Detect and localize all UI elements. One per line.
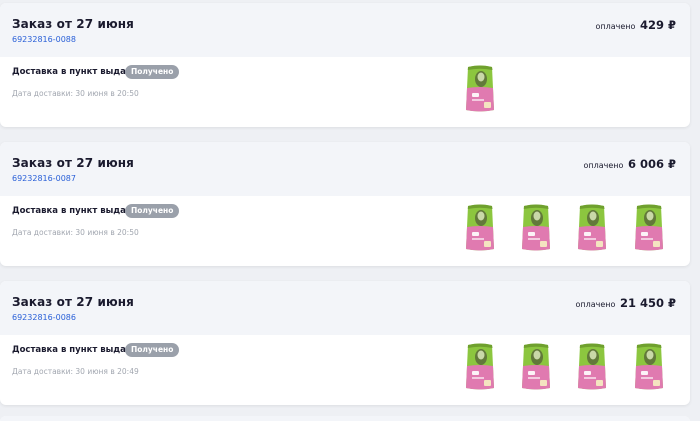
paid-amount: 429 ₽ [639,18,676,32]
product-thumbnail[interactable] [633,203,665,253]
order-title: Заказ от 27 июня [12,295,134,309]
order-header: Заказ от 27 июня 69232816-0086 оплачено … [0,281,690,335]
paid-amount: 6 006 ₽ [627,157,676,171]
cat-food-package-icon [466,65,494,112]
order-body: Доставка в пункт выдачи Получено Дата до… [0,57,690,127]
delivery-method: Доставка в пункт выдачи [12,345,138,355]
delivery-method: Доставка в пункт выдачи [12,67,138,77]
paid-label: оплачено [595,22,636,31]
order-paid: оплачено 429 ₽ [596,18,676,32]
cat-food-package-icon [635,204,663,251]
cat-food-package-icon [635,343,663,390]
product-thumbnail[interactable] [520,342,552,392]
product-thumbnail[interactable] [576,342,608,392]
product-thumbnail[interactable] [464,64,496,114]
order-number-link[interactable]: 69232816-0088 [12,35,76,44]
order-paid: оплачено 6 006 ₽ [584,157,677,171]
cat-food-package-icon [578,204,606,251]
product-thumbnail[interactable] [576,203,608,253]
order-paid: оплачено 21 450 ₽ [576,296,677,310]
status-badge: Получено [125,343,180,357]
product-thumbnail[interactable] [633,342,665,392]
order-card-partial[interactable] [0,416,690,421]
order-header [0,416,690,421]
paid-label: оплачено [575,300,616,309]
order-title: Заказ от 27 июня [12,156,134,170]
order-body: Доставка в пункт выдачи Получено Дата до… [0,335,690,405]
product-thumbnail[interactable] [464,342,496,392]
product-thumbnail[interactable] [520,203,552,253]
delivery-date: Дата доставки: 30 июня в 20:50 [12,89,139,98]
cat-food-package-icon [578,343,606,390]
paid-amount: 21 450 ₽ [619,296,676,310]
cat-food-package-icon [466,204,494,251]
cat-food-package-icon [522,343,550,390]
delivery-method: Доставка в пункт выдачи [12,206,138,216]
product-thumbnail[interactable] [464,203,496,253]
cat-food-package-icon [466,343,494,390]
status-badge: Получено [125,204,180,218]
delivery-date: Дата доставки: 30 июня в 20:50 [12,228,139,237]
order-header: Заказ от 27 июня 69232816-0088 оплачено … [0,3,690,57]
order-card[interactable]: Заказ от 27 июня 69232816-0087 оплачено … [0,142,690,266]
order-card[interactable]: Заказ от 27 июня 69232816-0086 оплачено … [0,281,690,405]
order-number-link[interactable]: 69232816-0087 [12,174,76,183]
order-header: Заказ от 27 июня 69232816-0087 оплачено … [0,142,690,196]
orders-list: Заказ от 27 июня 69232816-0088 оплачено … [0,0,700,421]
cat-food-package-icon [522,204,550,251]
order-card[interactable]: Заказ от 27 июня 69232816-0088 оплачено … [0,3,690,127]
delivery-date: Дата доставки: 30 июня в 20:49 [12,367,139,376]
paid-label: оплачено [583,161,624,170]
status-badge: Получено [125,65,180,79]
order-title: Заказ от 27 июня [12,17,134,31]
order-number-link[interactable]: 69232816-0086 [12,313,76,322]
order-body: Доставка в пункт выдачи Получено Дата до… [0,196,690,266]
